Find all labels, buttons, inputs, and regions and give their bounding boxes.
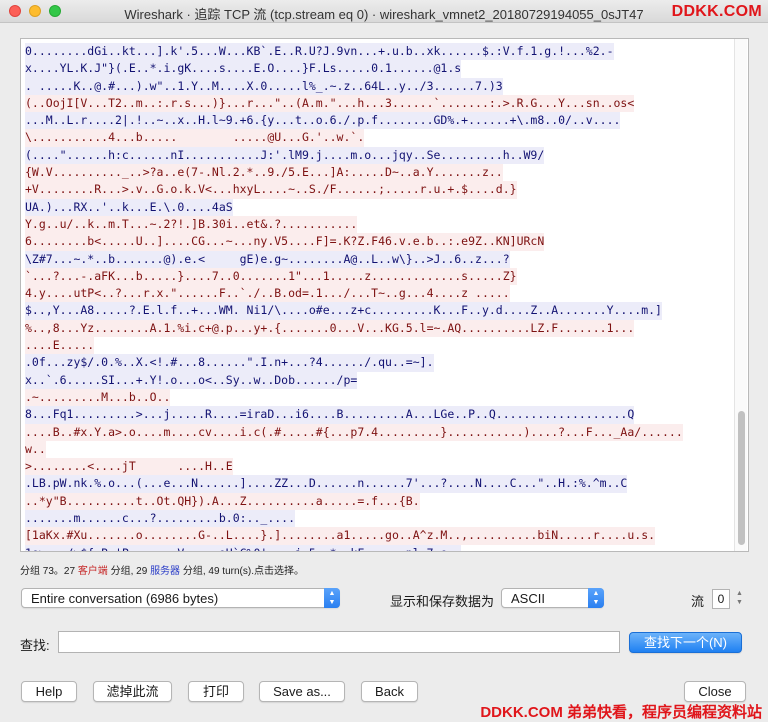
client-data-line: `...?...-.aFK...b.....}....7..0.......1"… — [25, 267, 517, 286]
vertical-scrollbar[interactable] — [734, 39, 747, 551]
stream-label: 流 — [691, 594, 705, 609]
status-prefix: 分组 73。27 — [20, 566, 78, 577]
format-select[interactable]: ASCII ▲ ▼ — [501, 588, 604, 608]
find-next-button[interactable]: 查找下一个(N) — [629, 632, 742, 653]
server-data-line: x..`.6.....SI...+.Y!.o...o<..Sy..w..Dob.… — [25, 371, 358, 389]
status-server-link[interactable]: 服务器 — [150, 566, 180, 577]
stream-status: 分组 73。27 客户端 分组, 29 服务器 分组, 49 turn(s).点… — [20, 562, 304, 577]
scrollbar-thumb[interactable] — [738, 411, 745, 545]
watermark-top: DDKK.COM — [671, 3, 762, 20]
server-data-line: .......m......c...?.........b.0:.._.... — [25, 510, 296, 528]
server-data-line: (...."......h:c......nI...........J:'.lM… — [25, 146, 545, 165]
client-data-line: >........<....jT ....H..E — [25, 458, 233, 476]
watermark-bottom: DDKK.COM 弟弟快看，程序员编程资料站 — [480, 704, 762, 721]
client-data-line: w.. — [25, 440, 46, 459]
client-data-line: [1aKx.#Xu.......o........G-..L....}.]...… — [25, 527, 656, 545]
server-data-line: UA.)...RX..'..k...E.\.0....4aS — [25, 198, 233, 216]
server-data-line: $..,Y...A8.....?.E.l.f..+...WM. Ni1/\...… — [25, 302, 662, 320]
client-data-line: .~.........M...b..O.. — [25, 388, 171, 407]
chevron-updown-icon: ▲ ▼ — [324, 588, 340, 608]
chevron-updown-icon: ▲ ▼ — [588, 588, 604, 608]
client-data-line: 4.y....utP<..?...r.x."......F..`./..B.od… — [25, 285, 510, 303]
find-input[interactable] — [58, 631, 620, 653]
status-client-link[interactable]: 客户端 — [78, 566, 108, 577]
client-data-line: %..,8...Yz........A.1.%i.c+@.p...y+.{...… — [25, 319, 635, 338]
stream-lines: 0........dGi..kt...].k'.5...W...KB`.E..R… — [25, 43, 734, 551]
filter-out-stream-button[interactable]: 滤掉此流 — [93, 681, 172, 702]
conversation-select-value: Entire conversation (6986 bytes) — [31, 591, 219, 606]
server-data-line: ...M..L.r....2|.!..~..x..H.l~9.+6.{y...t… — [25, 112, 621, 130]
client-data-line: +V........R...>.v..G.o.k.V<...hxyL....~.… — [25, 181, 517, 199]
server-data-line: . .....K..@.#...).w"..1.Y..M....X.0.....… — [25, 77, 503, 95]
server-data-line: x....YL.K.J"}(.E..*.i.gK....s....E.O....… — [25, 60, 462, 78]
server-data-line: .0f...zy$/.0.%..X.<!.#...8......".I.n+..… — [25, 354, 434, 372]
server-data-line: 1e>.../>${.B.'P.......V.:...oH`C%0'.=..i… — [25, 544, 462, 551]
save-as-button[interactable]: Save as... — [259, 681, 345, 702]
status-middle: 分组, 29 — [107, 566, 151, 577]
client-data-line: Y.g..u/..k..m.T...~.2?!.]B.30i..et&.?...… — [25, 215, 358, 234]
client-data-line: \...........4...b..... .....@U...G.'..w.… — [25, 129, 365, 147]
server-data-line: 0........dGi..kt...].k'.5...W...KB`.E..R… — [25, 43, 614, 61]
server-data-line: 8...Fq1.........>...j.....R....=iraD...i… — [25, 406, 635, 424]
print-button[interactable]: 打印 — [188, 681, 244, 702]
back-button[interactable]: Back — [361, 681, 418, 702]
find-label: 查找: — [20, 638, 50, 653]
server-data-line: \Z#7...~.*..b.......@).e.< gE)e.g~......… — [25, 250, 510, 268]
title-bar: Wireshark · 追踪 TCP 流 (tcp.stream eq 0) ·… — [0, 0, 768, 23]
client-data-line: (..OojI[V...T2..m..:.r.s...)}...r..."..(… — [25, 94, 635, 113]
client-data-line: ..*y"B..........t..Ot.QH}).A...Z........… — [25, 492, 420, 511]
format-select-value: ASCII — [511, 591, 545, 606]
client-data-line: 6........b<.....U..]....CG...~...ny.V5..… — [25, 233, 545, 251]
server-data-line: .LB.pW.nk.%.o...(...e...N......]....ZZ..… — [25, 475, 628, 493]
client-data-line: ....E..... — [25, 337, 95, 355]
show-save-label: 显示和保存数据为 — [390, 594, 495, 609]
help-button[interactable]: Help — [21, 681, 77, 702]
conversation-select[interactable]: Entire conversation (6986 bytes) ▲ ▼ — [21, 588, 340, 608]
status-suffix: 分组, 49 turn(s).点击选择。 — [180, 566, 304, 577]
window-title: Wireshark · 追踪 TCP 流 (tcp.stream eq 0) ·… — [124, 7, 644, 22]
stream-number-field[interactable]: 0 — [712, 589, 730, 609]
stream-content-view[interactable]: 0........dGi..kt...].k'.5...W...KB`.E..R… — [20, 38, 749, 552]
close-button[interactable]: Close — [684, 681, 746, 702]
client-data-line: ....B..#x.Y.a>.o....m....cv....i.c(.#...… — [25, 423, 683, 441]
client-data-line: {W.V.........._..>?a..e(7-.Nl.2.*..9./5.… — [25, 164, 503, 182]
stream-stepper-icon[interactable]: ▲ ▼ — [734, 589, 745, 609]
